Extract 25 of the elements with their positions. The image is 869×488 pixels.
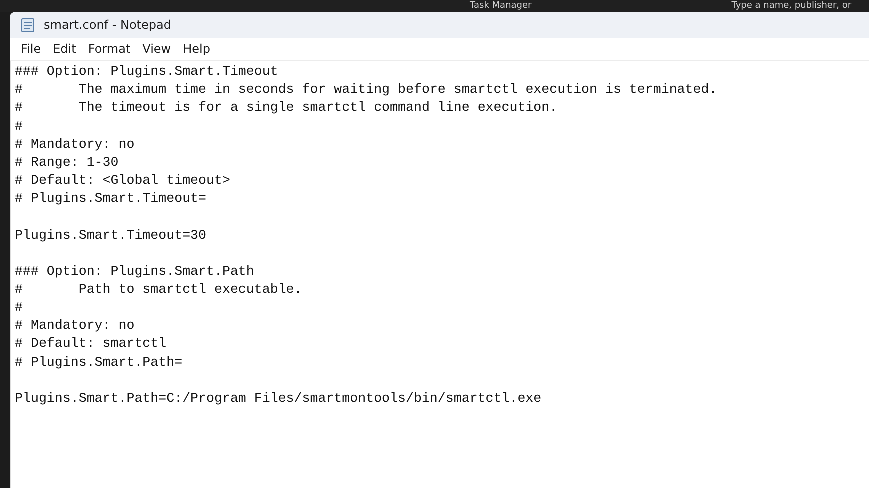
text-line: # Range: 1-30 (15, 154, 119, 172)
menu-item[interactable]: Help (177, 42, 216, 56)
text-line: Plugins.Smart.Path=C:/Program Files/smartmontools/bin/smartctl.exe (15, 390, 542, 408)
text-line: # Path to smartctl executable. (15, 280, 302, 299)
text-line: Plugins.Smart.Timeout=30 (15, 226, 207, 244)
search-placeholder[interactable]: Type a name, publisher, or (732, 1, 852, 11)
text-line: ### Option: Plugins.Smart.Timeout (15, 63, 278, 81)
app-label[interactable]: Task Manager (470, 1, 532, 11)
menu-item[interactable]: Format (82, 42, 137, 56)
text-line: # Default: <Global timeout> (15, 172, 230, 190)
window-title: smart.conf - Notepad (44, 18, 172, 32)
text-line: ### Option: Plugins.Smart.Path (15, 262, 254, 281)
menu-item[interactable]: Edit (47, 42, 82, 56)
text-line: # The timeout is for a single smartctl command line execution. (15, 99, 558, 118)
text-line: # Plugins.Smart.Timeout= (15, 190, 207, 208)
text-line: # Plugins.Smart.Path= (15, 354, 183, 372)
text-line: # (15, 299, 23, 318)
text-line: # The maximum time in seconds for waiting before smartctl execution is terminated. (15, 81, 718, 100)
text-line: # (15, 118, 23, 136)
text-line: # Mandatory: no (15, 136, 135, 154)
menu-item[interactable]: View (136, 42, 178, 56)
notepad-icon (20, 17, 36, 33)
menu-item[interactable]: File (15, 42, 48, 56)
text-line: # Mandatory: no (15, 317, 135, 336)
text-line: # Default: smartctl (15, 335, 167, 354)
